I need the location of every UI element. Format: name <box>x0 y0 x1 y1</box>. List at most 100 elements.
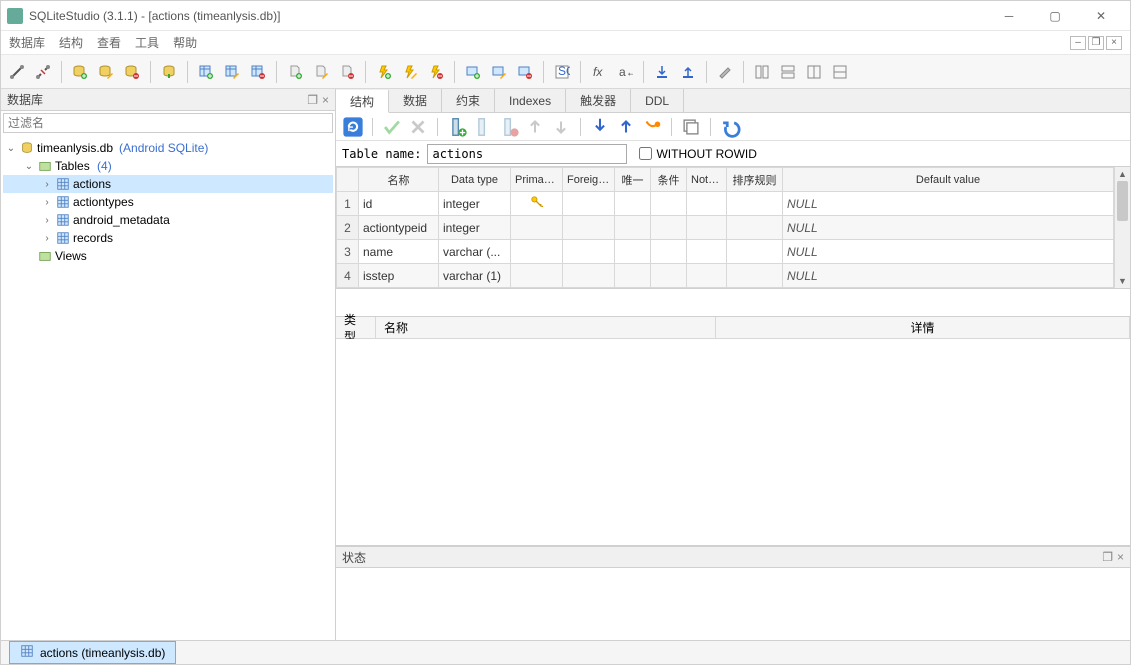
cell-pk[interactable] <box>511 264 563 288</box>
layout3-icon[interactable] <box>802 60 826 84</box>
cell-fk[interactable] <box>563 216 615 240</box>
cell-type[interactable]: varchar (1) <box>439 264 511 288</box>
tree-table-records[interactable]: › records <box>3 229 333 247</box>
header-check[interactable]: 条件 <box>651 168 687 192</box>
cell-pk[interactable] <box>511 216 563 240</box>
header-notnull[interactable]: Not NULL <box>687 168 727 192</box>
cell-collate[interactable] <box>727 240 783 264</box>
tab-ddl[interactable]: DDL <box>631 89 684 112</box>
undo-icon[interactable] <box>719 116 741 138</box>
header-datatype[interactable]: Data type <box>439 168 511 192</box>
panel-float-icon[interactable]: ❐ <box>1102 550 1113 564</box>
cell-notnull[interactable] <box>687 192 727 216</box>
cell-fk[interactable] <box>563 192 615 216</box>
menu-view[interactable]: 查看 <box>97 34 121 51</box>
cell-check[interactable] <box>651 216 687 240</box>
tab-constraints[interactable]: 约束 <box>442 89 495 112</box>
collation-icon[interactable]: a↔ <box>613 60 637 84</box>
export-table-icon[interactable] <box>615 116 637 138</box>
cell-notnull[interactable] <box>687 264 727 288</box>
minimize-button[interactable]: ─ <box>986 2 1032 30</box>
tablename-input[interactable] <box>427 144 627 164</box>
tree-views-node[interactable]: › Views <box>3 247 333 265</box>
scroll-down-icon[interactable]: ▼ <box>1115 274 1130 288</box>
tab-triggers[interactable]: 触发器 <box>566 89 631 112</box>
cell-default[interactable]: NULL <box>783 216 1114 240</box>
export-icon[interactable] <box>676 60 700 84</box>
cell-pk[interactable] <box>511 240 563 264</box>
index-edit-icon[interactable] <box>309 60 333 84</box>
cell-name[interactable]: id <box>359 192 439 216</box>
commit-icon[interactable] <box>381 116 403 138</box>
cell-default[interactable]: NULL <box>783 192 1114 216</box>
move-down-icon[interactable] <box>550 116 572 138</box>
cell-notnull[interactable] <box>687 216 727 240</box>
layout4-icon[interactable] <box>828 60 852 84</box>
scrollbar[interactable]: ▲ ▼ <box>1114 167 1130 288</box>
scroll-up-icon[interactable]: ▲ <box>1115 167 1130 181</box>
mdi-close-button[interactable]: × <box>1106 36 1122 50</box>
mdi-restore-button[interactable]: ❐ <box>1088 36 1104 50</box>
layout2-icon[interactable] <box>776 60 800 84</box>
panel-close-icon[interactable]: × <box>1117 550 1124 564</box>
db-edit-icon[interactable] <box>94 60 118 84</box>
index-delete-icon[interactable] <box>335 60 359 84</box>
chevron-down-icon[interactable]: ⌄ <box>5 143 17 154</box>
cell-unique[interactable] <box>615 192 651 216</box>
view-delete-icon[interactable] <box>513 60 537 84</box>
chevron-right-icon[interactable]: › <box>41 233 53 244</box>
populate-icon[interactable] <box>641 116 663 138</box>
table-row[interactable]: 3 name varchar (... NULL <box>337 240 1130 264</box>
refresh-icon[interactable] <box>342 116 364 138</box>
table-row[interactable]: 4 isstep varchar (1) NULL <box>337 264 1130 288</box>
cell-notnull[interactable] <box>687 240 727 264</box>
trigger-delete-icon[interactable] <box>424 60 448 84</box>
close-button[interactable]: ✕ <box>1078 2 1124 30</box>
view-edit-icon[interactable] <box>487 60 511 84</box>
table-edit-icon[interactable] <box>220 60 244 84</box>
sql-editor-icon[interactable]: SQL <box>550 60 574 84</box>
header-name[interactable]: 名称 <box>359 168 439 192</box>
cell-name[interactable]: name <box>359 240 439 264</box>
tree-table-android-metadata[interactable]: › android_metadata <box>3 211 333 229</box>
cell-fk[interactable] <box>563 264 615 288</box>
move-up-icon[interactable] <box>524 116 546 138</box>
chevron-right-icon[interactable]: › <box>41 179 53 190</box>
cell-unique[interactable] <box>615 240 651 264</box>
db-remove-icon[interactable] <box>120 60 144 84</box>
delete-column-icon[interactable] <box>498 116 520 138</box>
copy-table-icon[interactable] <box>680 116 702 138</box>
cell-default[interactable]: NULL <box>783 264 1114 288</box>
db-tree[interactable]: ⌄ timeanlysis.db (Android SQLite) ⌄ Tabl… <box>1 135 335 640</box>
cell-default[interactable]: NULL <box>783 240 1114 264</box>
menu-structure[interactable]: 结构 <box>59 34 83 51</box>
table-row[interactable]: 2 actiontypeid integer NULL <box>337 216 1130 240</box>
cell-check[interactable] <box>651 264 687 288</box>
cell-type[interactable]: integer <box>439 192 511 216</box>
menu-database[interactable]: 数据库 <box>9 34 45 51</box>
tab-data[interactable]: 数据 <box>389 89 442 112</box>
cell-collate[interactable] <box>727 216 783 240</box>
tab-indexes[interactable]: Indexes <box>495 89 566 112</box>
columns-grid[interactable]: 名称 Data type Primary Key Foreign Key 唯一 … <box>336 167 1130 288</box>
view-add-icon[interactable] <box>461 60 485 84</box>
tree-tables-node[interactable]: ⌄ Tables (4) <box>3 157 333 175</box>
header-collate[interactable]: 排序规则 <box>727 168 783 192</box>
cell-collate[interactable] <box>727 192 783 216</box>
header-unique[interactable]: 唯一 <box>615 168 651 192</box>
cell-type[interactable]: integer <box>439 216 511 240</box>
trigger-add-icon[interactable] <box>372 60 396 84</box>
cell-name[interactable]: isstep <box>359 264 439 288</box>
cell-name[interactable]: actiontypeid <box>359 216 439 240</box>
fx-icon[interactable]: fx <box>587 60 611 84</box>
layout1-icon[interactable] <box>750 60 774 84</box>
panel-float-icon[interactable]: ❐ <box>307 93 318 107</box>
import-table-icon[interactable] <box>589 116 611 138</box>
edit-column-icon[interactable] <box>472 116 494 138</box>
tree-table-actions[interactable]: › actions <box>3 175 333 193</box>
cell-type[interactable]: varchar (... <box>439 240 511 264</box>
trigger-edit-icon[interactable] <box>398 60 422 84</box>
db-connect-icon[interactable] <box>157 60 181 84</box>
cell-collate[interactable] <box>727 264 783 288</box>
index-add-icon[interactable] <box>283 60 307 84</box>
